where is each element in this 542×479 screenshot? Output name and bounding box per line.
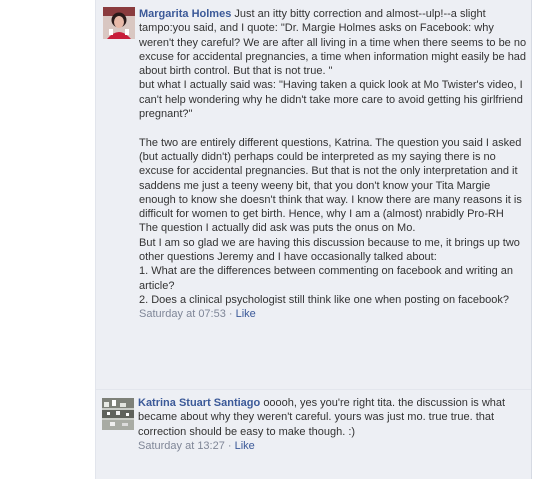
like-link[interactable]: Like	[236, 308, 256, 320]
like-link[interactable]: Like	[235, 440, 255, 452]
comment-item: Margarita Holmes Just an itty bitty corr…	[96, 0, 532, 390]
comment-meta: Saturday at 07:53 · Like	[139, 307, 527, 321]
avatar-katrina-stuart-santiago-icon	[102, 398, 134, 430]
comment-timestamp[interactable]: Saturday at 13:27	[138, 440, 225, 452]
comment-author[interactable]: Katrina Stuart Santiago	[138, 397, 260, 409]
comment-timestamp[interactable]: Saturday at 07:53	[139, 308, 226, 320]
avatar[interactable]	[102, 398, 134, 430]
meta-separator: ·	[225, 308, 236, 321]
comment-author[interactable]: Margarita Holmes	[139, 8, 231, 20]
avatar[interactable]	[103, 7, 135, 39]
right-border	[531, 0, 532, 479]
avatar-margarita-holmes-icon	[103, 7, 135, 39]
comment-text: Just an itty bitty correction and almost…	[139, 8, 527, 306]
comment-body: Katrina Stuart Santiago ooooh, yes you'r…	[138, 396, 526, 453]
meta-separator: ·	[224, 439, 235, 452]
comment-meta: Saturday at 13:27 · Like	[138, 439, 526, 453]
comment-body: Margarita Holmes Just an itty bitty corr…	[139, 7, 527, 322]
